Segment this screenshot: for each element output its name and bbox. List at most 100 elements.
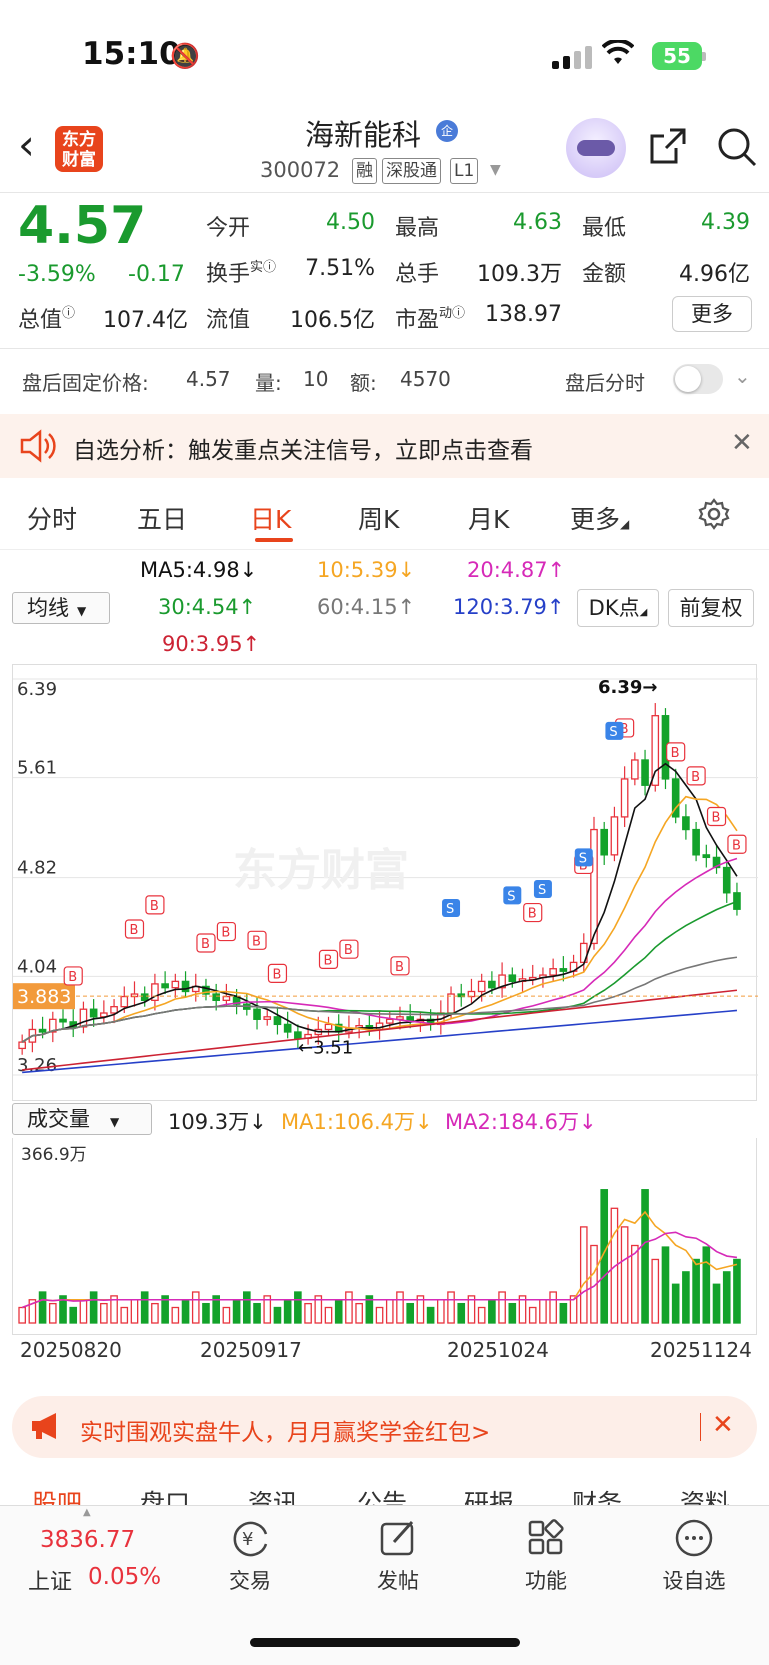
functions-icon[interactable] bbox=[524, 1516, 568, 1560]
tag-margin: 融 bbox=[352, 158, 377, 184]
volume-chart[interactable]: 366.9万 bbox=[12, 1138, 757, 1335]
battery-icon: 55 bbox=[652, 42, 702, 70]
tab-intraday[interactable]: 分时 bbox=[27, 500, 77, 536]
volume-bar bbox=[488, 1299, 496, 1324]
info-icon[interactable]: ⓘ bbox=[452, 306, 465, 321]
volume-bar bbox=[447, 1291, 455, 1324]
volume-bar bbox=[171, 1306, 180, 1324]
cellular-signal-icon bbox=[552, 46, 592, 69]
promo-text[interactable]: 实时围观实盘牛人，月月赢奖学金红包> bbox=[80, 1413, 490, 1447]
high-value: 4.63 bbox=[513, 210, 562, 235]
adjust-button[interactable]: 前复权 bbox=[668, 589, 754, 627]
open-value: 4.50 bbox=[326, 210, 375, 235]
nav-post[interactable]: 发帖 bbox=[353, 1565, 443, 1595]
mktcap-label: 总值ⓘ bbox=[18, 306, 76, 333]
kline-chart[interactable]: 6.39 5.61 4.82 4.04 3.26 东方财富 3.883 6.39→ ←3.51 B… bbox=[12, 664, 758, 1101]
volume-bar bbox=[18, 1306, 26, 1324]
mktcap-value: 107.4亿 bbox=[103, 308, 188, 333]
dk-point-button[interactable]: DK点◢ bbox=[577, 589, 659, 627]
volume-bar bbox=[355, 1302, 363, 1324]
y-tick-label: 4.04 bbox=[17, 956, 57, 977]
buy-signal-label: B bbox=[129, 923, 138, 938]
buy-signal-label: B bbox=[528, 907, 537, 922]
close-icon[interactable]: ✕ bbox=[731, 428, 753, 458]
candle-body bbox=[161, 983, 169, 989]
current-price-tag: 3.883 bbox=[17, 986, 71, 1008]
add-watchlist-icon[interactable] bbox=[672, 1516, 716, 1560]
tab-five-day[interactable]: 五日 bbox=[137, 500, 187, 536]
sell-signal-label: S bbox=[579, 851, 587, 866]
search-icon[interactable] bbox=[716, 126, 758, 168]
buy-signal-label: B bbox=[691, 770, 700, 785]
tab-daily-k[interactable]: 日K bbox=[250, 500, 291, 536]
candle-body bbox=[508, 974, 517, 983]
x-tick: 20250820 bbox=[20, 1338, 122, 1362]
volume-bar bbox=[375, 1306, 384, 1324]
post-icon[interactable] bbox=[376, 1516, 420, 1560]
buy-signal-label: B bbox=[712, 811, 721, 826]
after-hours-amt-label: 额: bbox=[350, 371, 377, 395]
after-hours-amt: 4570 bbox=[400, 367, 451, 391]
buy-signal-label: B bbox=[201, 937, 210, 952]
info-icon[interactable]: ⓘ bbox=[62, 306, 75, 321]
amount-value: 4.96亿 bbox=[679, 262, 750, 287]
info-icon[interactable]: ⓘ bbox=[263, 260, 276, 275]
candle-body bbox=[283, 1023, 292, 1033]
volume-indicator-select[interactable]: 成交量 ▼ bbox=[12, 1103, 152, 1135]
share-icon[interactable] bbox=[648, 126, 688, 166]
nav-add-watchlist[interactable]: 设自选 bbox=[649, 1565, 739, 1595]
chevron-down-icon[interactable]: ▼ bbox=[490, 162, 501, 178]
volume-bar bbox=[385, 1299, 394, 1324]
index-name[interactable]: 上证 bbox=[28, 1564, 72, 1596]
nav-trade[interactable]: 交易 bbox=[205, 1565, 295, 1595]
volume-bar bbox=[437, 1299, 445, 1324]
close-icon[interactable]: ✕ bbox=[712, 1410, 734, 1440]
gear-icon[interactable] bbox=[697, 497, 731, 531]
tag-level: L1 bbox=[450, 158, 479, 184]
nav-functions[interactable]: 功能 bbox=[501, 1565, 591, 1595]
buy-signal-label: B bbox=[68, 970, 77, 985]
chevron-down-icon[interactable]: ⌄ bbox=[734, 364, 751, 388]
volume-bar bbox=[242, 1291, 251, 1324]
ma10-line bbox=[21, 795, 738, 1043]
candle-body bbox=[18, 1041, 26, 1050]
candle-body bbox=[447, 993, 455, 1014]
alert-text[interactable]: 自选分析：触发重点关注信号，立即点击查看 bbox=[73, 431, 533, 465]
pe-label: 市盈动ⓘ bbox=[395, 306, 466, 333]
back-arrow-icon[interactable]: ‹ bbox=[18, 124, 35, 166]
x-tick: 20250917 bbox=[200, 1338, 302, 1362]
volume-bar bbox=[549, 1291, 557, 1324]
x-tick: 20251124 bbox=[650, 1338, 752, 1362]
candle-body bbox=[181, 980, 190, 993]
volume-bar bbox=[692, 1258, 700, 1324]
volume-ma-line bbox=[21, 1231, 738, 1309]
trade-icon[interactable]: ¥ bbox=[228, 1516, 272, 1560]
volume-bar bbox=[406, 1302, 415, 1324]
volume-bar bbox=[457, 1302, 466, 1324]
index-value[interactable]: 3836.77 bbox=[40, 1527, 135, 1553]
y-tick-label: 5.61 bbox=[17, 758, 57, 779]
index-change[interactable]: 0.05% bbox=[88, 1564, 161, 1590]
sell-signal-label: S bbox=[446, 902, 454, 917]
after-hours-vol-label: 量: bbox=[255, 371, 282, 395]
current-price: 4.57 bbox=[18, 196, 147, 256]
tab-weekly-k[interactable]: 周K bbox=[358, 500, 399, 536]
candle-body bbox=[273, 1016, 282, 1026]
volume-bar bbox=[631, 1244, 639, 1324]
svg-text:¥: ¥ bbox=[242, 1529, 253, 1550]
tab-more[interactable]: 更多◢ bbox=[570, 500, 629, 536]
change-amount: -0.17 bbox=[128, 262, 185, 287]
volume-bar bbox=[651, 1258, 660, 1324]
volume-bar bbox=[273, 1306, 282, 1324]
buy-signal-label: B bbox=[150, 899, 159, 914]
volume-bar bbox=[130, 1299, 139, 1324]
more-button[interactable]: 更多 bbox=[672, 296, 752, 332]
tab-monthly-k[interactable]: 月K bbox=[468, 500, 509, 536]
bell-muted-icon: 🔕 bbox=[170, 42, 200, 70]
volume-bar bbox=[69, 1306, 78, 1324]
enterprise-badge: 企 bbox=[436, 120, 458, 142]
active-tab-indicator bbox=[255, 538, 293, 542]
volume-bar bbox=[48, 1302, 57, 1324]
ma-select[interactable]: 均线 ▼ bbox=[12, 592, 110, 624]
battery-cap bbox=[702, 52, 706, 61]
